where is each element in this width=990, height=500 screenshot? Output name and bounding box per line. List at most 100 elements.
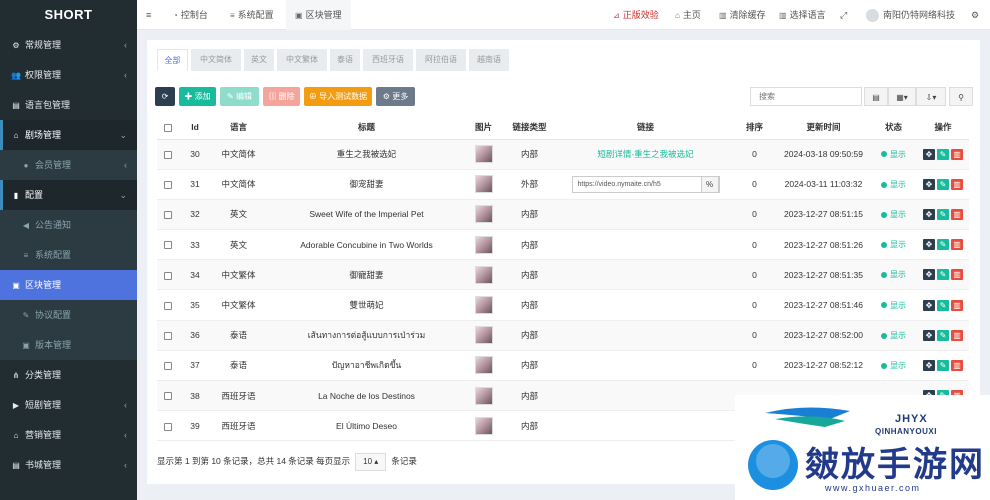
column-header[interactable]: 图片 bbox=[467, 115, 500, 140]
row-edit-button[interactable]: ✎ bbox=[937, 148, 949, 160]
thumbnail-image[interactable] bbox=[474, 416, 493, 435]
table-row[interactable]: 37 泰语 ปัญหาอาชีพเกิดขึ้น 内部 0 2023-12-27 08:5… bbox=[157, 350, 969, 382]
tab-1[interactable]: 中文简体 bbox=[191, 49, 241, 71]
row-checkbox[interactable] bbox=[164, 241, 172, 250]
column-header[interactable]: 排序 bbox=[732, 115, 777, 140]
row-checkbox[interactable] bbox=[164, 422, 172, 431]
select-all-checkbox[interactable] bbox=[164, 123, 172, 132]
drag-sort-button[interactable]: ✥ bbox=[923, 178, 935, 190]
column-header[interactable]: 链接类型 bbox=[500, 115, 559, 140]
nav-dashboard[interactable]: ◔ 控制台 bbox=[173, 0, 208, 30]
row-edit-button[interactable]: ✎ bbox=[937, 329, 949, 341]
row-checkbox[interactable] bbox=[164, 331, 172, 340]
table-row[interactable]: 30 中文简体 重生之我被选妃 内部 短剧详情-重生之我被选妃 0 2024-03-18 0… bbox=[157, 139, 969, 170]
drag-sort-button[interactable]: ✥ bbox=[923, 329, 935, 341]
columns-button[interactable]: ▦▾ bbox=[888, 87, 916, 106]
fullscreen-button[interactable]: ⤢ bbox=[840, 0, 847, 30]
refresh-button[interactable]: ⟳ bbox=[155, 87, 175, 106]
row-edit-button[interactable]: ✎ bbox=[937, 178, 949, 190]
more-button[interactable]: ⚙ 更多 bbox=[376, 87, 415, 106]
table-row[interactable]: 36 泰语 เส้นทางการต่อสู้แบบการเป่าร่วม 内部 0 202… bbox=[157, 320, 969, 351]
row-edit-button[interactable]: ✎ bbox=[937, 360, 949, 372]
tab-2[interactable]: 英文 bbox=[244, 49, 274, 71]
row-checkbox[interactable] bbox=[164, 181, 172, 190]
nav-blocks[interactable]: ▣ 区块管理 bbox=[286, 0, 351, 30]
drag-sort-button[interactable]: ✥ bbox=[923, 148, 935, 160]
tab-3[interactable]: 中文繁体 bbox=[277, 49, 327, 71]
edit-button[interactable]: ✎ 编辑 bbox=[220, 87, 259, 106]
thumbnail-image[interactable] bbox=[474, 386, 493, 405]
row-edit-button[interactable]: ✎ bbox=[937, 299, 949, 311]
settings-button[interactable]: ⚙ bbox=[971, 0, 979, 30]
row-delete-button[interactable]: ▥ bbox=[951, 299, 963, 311]
search-button[interactable]: ⚲ bbox=[949, 87, 973, 106]
choose-language-button[interactable]: ▥ 选择语言 bbox=[779, 0, 826, 30]
table-row[interactable]: 31 中文简体 御宠甜妻 外部 https://video.nymaite.cn/h5%… bbox=[157, 169, 969, 200]
sidebar-item-11[interactable]: ⋔ 分类管理 bbox=[0, 360, 137, 390]
row-edit-button[interactable]: ✎ bbox=[937, 269, 949, 281]
tab-4[interactable]: 泰语 bbox=[330, 49, 360, 71]
row-checkbox[interactable] bbox=[164, 211, 172, 220]
row-delete-button[interactable]: ▥ bbox=[951, 269, 963, 281]
row-delete-button[interactable]: ▥ bbox=[951, 360, 963, 372]
column-header[interactable]: Id bbox=[179, 115, 211, 140]
tab-6[interactable]: 阿拉伯语 bbox=[416, 49, 466, 71]
link-input[interactable]: https://video.nymaite.cn/h5% bbox=[571, 175, 720, 193]
sidebar-toggle-button[interactable]: ≡ bbox=[146, 0, 151, 30]
column-header[interactable]: 标题 bbox=[266, 115, 467, 140]
sidebar-item-2[interactable]: ▤ 语言包管理 bbox=[0, 90, 137, 120]
drag-sort-button[interactable]: ✥ bbox=[923, 360, 935, 372]
sidebar-item-12[interactable]: ▶ 短剧管理 ‹ bbox=[0, 390, 137, 420]
sidebar-item-1[interactable]: 👥 权限管理 ‹ bbox=[0, 60, 137, 90]
import-test-data-button[interactable]: ⊕ 导入测试数据 bbox=[304, 87, 372, 106]
tab-7[interactable]: 越南语 bbox=[469, 49, 509, 71]
sidebar-item-7[interactable]: ≡ 系统配置 bbox=[0, 240, 137, 270]
row-checkbox[interactable] bbox=[164, 150, 172, 159]
table-row[interactable]: 32 英文 Sweet Wife of the Imperial Pet 内部 0 202… bbox=[157, 199, 969, 231]
sidebar-item-13[interactable]: ⌂ 营销管理 ‹ bbox=[0, 420, 137, 450]
table-row[interactable]: 34 中文繁体 御寵甜妻 内部 0 2023-12-27 08:51:35 显示 ✥ ✎ ▥ bbox=[157, 259, 969, 291]
genuine-check-link[interactable]: ⊿ 正版效验 bbox=[613, 0, 659, 30]
row-delete-button[interactable]: ▥ bbox=[951, 148, 963, 160]
drag-sort-button[interactable]: ✥ bbox=[923, 239, 935, 251]
drag-sort-button[interactable]: ✥ bbox=[923, 209, 935, 221]
clear-cache-button[interactable]: ▥ 清除缓存 bbox=[719, 0, 766, 30]
column-header[interactable]: 语言 bbox=[211, 115, 266, 140]
column-header[interactable]: 更新时间 bbox=[777, 115, 870, 140]
column-header[interactable]: 操作 bbox=[917, 115, 969, 140]
sidebar-item-9[interactable]: ✎ 协议配置 bbox=[0, 300, 137, 330]
export-button[interactable]: ⇩▾ bbox=[916, 87, 946, 106]
row-delete-button[interactable]: ▥ bbox=[951, 239, 963, 251]
add-button[interactable]: ✚ 添加 bbox=[179, 87, 216, 106]
sidebar-item-3[interactable]: ⌂ 剧场管理 ⌄ bbox=[0, 120, 137, 150]
row-delete-button[interactable]: ▥ bbox=[951, 329, 963, 341]
nav-sysconfig[interactable]: ≡ 系统配置 bbox=[230, 0, 274, 30]
page-size-select[interactable]: 10 ▴ bbox=[355, 453, 387, 471]
sidebar-item-10[interactable]: ▣ 版本管理 bbox=[0, 330, 137, 360]
thumbnail-image[interactable] bbox=[474, 145, 493, 164]
sidebar-item-6[interactable]: ◀ 公告通知 bbox=[0, 210, 137, 240]
sidebar-item-14[interactable]: ▤ 书城管理 ‹ bbox=[0, 450, 137, 480]
link-icon[interactable]: % bbox=[700, 175, 719, 193]
thumbnail-image[interactable] bbox=[474, 205, 493, 224]
sidebar-item-0[interactable]: ⚙ 常规管理 ‹ bbox=[0, 30, 137, 60]
table-row[interactable]: 35 中文繁体 雙世萌妃 内部 0 2023-12-27 08:51:46 显示 ✥ ✎ ▥ bbox=[157, 289, 969, 321]
row-delete-button[interactable]: ▥ bbox=[951, 178, 963, 190]
search-input[interactable] bbox=[750, 87, 862, 106]
delete-button[interactable]: ▥ 删除 bbox=[263, 87, 300, 106]
thumbnail-image[interactable] bbox=[474, 175, 493, 194]
toggle-view-button[interactable]: ▤ bbox=[864, 87, 888, 106]
sidebar-item-4[interactable]: ● 会员管理 ‹ bbox=[0, 150, 137, 180]
row-checkbox[interactable] bbox=[164, 301, 172, 310]
row-checkbox[interactable] bbox=[164, 392, 172, 401]
drag-sort-button[interactable]: ✥ bbox=[923, 299, 935, 311]
row-delete-button[interactable]: ▥ bbox=[951, 209, 963, 221]
row-checkbox[interactable] bbox=[164, 362, 172, 371]
thumbnail-image[interactable] bbox=[474, 265, 493, 284]
link-text[interactable]: 短剧详情-重生之我被选妃 bbox=[597, 149, 693, 159]
thumbnail-image[interactable] bbox=[474, 326, 493, 345]
drag-sort-button[interactable]: ✥ bbox=[923, 269, 935, 281]
sidebar-item-8[interactable]: ▣ 区块管理 bbox=[0, 270, 137, 300]
brand-logo[interactable]: SHORT bbox=[0, 0, 137, 30]
thumbnail-image[interactable] bbox=[474, 356, 493, 375]
